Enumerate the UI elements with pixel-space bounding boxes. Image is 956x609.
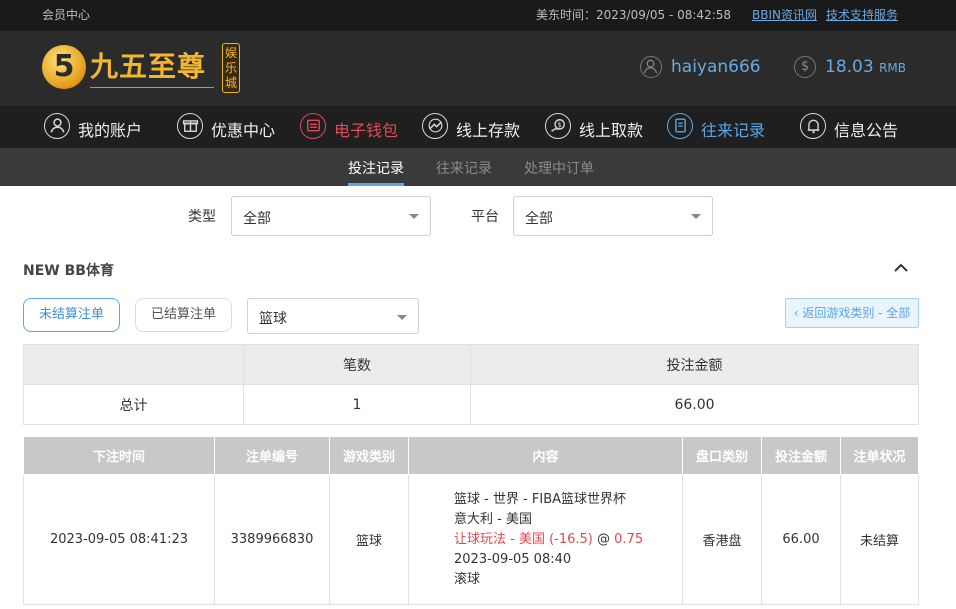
chevron-down-icon xyxy=(397,315,407,320)
bet-time: 2023-09-05 08:41:23 xyxy=(23,474,215,605)
logo-underline xyxy=(90,87,214,88)
main-nav: 我的账户 优惠中心 电子钱包 线上存款 $ 线上取款 往来记录 信息公告 xyxy=(0,106,956,148)
platform-label: 平台 xyxy=(471,209,499,225)
member-center-label: 会员中心 xyxy=(42,8,91,22)
bet-content: 篮球 - 世界 - FIBA篮球世界杯 意大利 - 美国 让球玩法 - 美国 (… xyxy=(408,474,683,605)
dollar-icon: $ xyxy=(794,56,816,78)
gift-icon xyxy=(177,113,203,139)
column-header: 盘口类别 xyxy=(682,436,762,475)
type-select[interactable]: 全部 xyxy=(231,196,431,236)
nav-label: 线上存款 xyxy=(456,121,521,140)
column-header: 内容 xyxy=(408,436,683,475)
chevron-down-icon xyxy=(691,214,701,219)
bet-event-date: 2023-09-05 08:40 xyxy=(454,551,572,567)
username: haiyan666 xyxy=(671,57,761,77)
nav-label: 我的账户 xyxy=(78,121,143,140)
column-header: 投注金额 xyxy=(761,436,841,475)
back-to-game-category-button[interactable]: ‹ 返回游戏类别 - 全部 xyxy=(785,298,919,328)
summary-header: 投注金额 xyxy=(470,344,919,385)
site-header: 5 九五至尊 娱乐城 haiyan666 $ 18.03 RMB xyxy=(0,31,956,106)
sport-select-value: 篮球 xyxy=(259,311,287,327)
nav-label: 信息公告 xyxy=(834,121,899,140)
site-logo[interactable]: 5 九五至尊 娱乐城 xyxy=(42,43,242,95)
unsettled-bets-button[interactable]: 未结算注单 xyxy=(23,298,120,332)
deposit-icon xyxy=(422,113,448,139)
tab-pending-orders[interactable]: 处理中订单 xyxy=(524,158,594,178)
withdraw-icon: $ xyxy=(545,113,571,139)
table-row: 2023-09-05 08:41:23 3389966830 篮球 篮球 - 世… xyxy=(23,474,919,605)
wallet-icon xyxy=(300,113,326,139)
sub-tabs: 投注记录 往来记录 处理中订单 xyxy=(0,148,956,186)
nav-label: 往来记录 xyxy=(701,121,766,140)
type-label: 类型 xyxy=(188,209,216,225)
bell-icon xyxy=(800,113,826,139)
nav-label: 优惠中心 xyxy=(211,121,276,140)
records-icon xyxy=(667,113,693,139)
bet-selection: 让球玩法 - 美国 (-16.5) @ 0.75 xyxy=(454,530,682,550)
bet-handicap: 让球玩法 - 美国 (-16.5) xyxy=(454,531,593,547)
chevron-down-icon xyxy=(409,214,419,219)
column-header: 下注时间 xyxy=(23,436,215,475)
bet-details-table: 下注时间 注单编号 游戏类别 内容 盘口类别 投注金额 注单状况 2023-09… xyxy=(23,436,919,605)
nav-label: 线上取款 xyxy=(579,121,644,140)
column-header: 注单状况 xyxy=(840,436,919,475)
market-type: 香港盘 xyxy=(682,474,762,605)
top-bar: 会员中心 美东时间：2023/09/05 - 08:42:58 BBIN资讯网 … xyxy=(0,0,956,31)
bet-at: @ xyxy=(592,531,615,547)
bet-id: 3389966830 xyxy=(214,474,330,605)
summary-header: 笔数 xyxy=(243,344,471,385)
svg-text:$: $ xyxy=(557,121,561,129)
summary-header xyxy=(23,344,244,385)
balance-amount: 18.03 xyxy=(825,57,874,77)
summary-table: 笔数 投注金额 总计 1 66.00 xyxy=(23,344,919,425)
column-header: 注单编号 xyxy=(214,436,330,475)
chevron-up-icon[interactable] xyxy=(894,261,908,275)
tab-bet-records[interactable]: 投注记录 xyxy=(348,158,404,186)
bet-matchup: 意大利 - 美国 xyxy=(454,511,532,527)
user-icon xyxy=(44,113,70,139)
logo-text: 九五至尊 xyxy=(90,50,207,83)
logo-badge: 娱乐城 xyxy=(222,43,240,93)
bet-event: 篮球 - 世界 - FIBA篮球世界杯 xyxy=(454,491,627,507)
summary-total-label: 总计 xyxy=(23,384,244,425)
bet-odds: 0.75 xyxy=(614,531,644,547)
balance-currency: RMB xyxy=(879,61,907,75)
settled-bets-button[interactable]: 已结算注单 xyxy=(135,298,232,332)
bet-mode: 滚球 xyxy=(454,571,481,587)
sport-select[interactable]: 篮球 xyxy=(247,298,419,334)
platform-select-value: 全部 xyxy=(525,211,553,227)
summary-row: 总计 1 66.00 xyxy=(23,384,919,425)
bet-status: 未结算 xyxy=(840,474,919,605)
logo-mark: 5 xyxy=(42,45,86,89)
section-title: NEW BB体育 xyxy=(23,263,114,279)
eastern-time: 美东时间：2023/09/05 - 08:42:58 xyxy=(536,8,732,22)
user-avatar-icon xyxy=(640,56,662,78)
tech-support-link[interactable]: 技术支持服务 xyxy=(826,6,898,23)
bbin-news-link[interactable]: BBIN资讯网 xyxy=(752,6,817,23)
tab-transactions[interactable]: 往来记录 xyxy=(436,158,492,178)
summary-count: 1 xyxy=(243,384,471,425)
platform-select[interactable]: 全部 xyxy=(513,196,713,236)
bet-amount: 66.00 xyxy=(761,474,841,605)
nav-label: 电子钱包 xyxy=(334,121,399,140)
game-category: 篮球 xyxy=(329,474,409,605)
column-header: 游戏类别 xyxy=(329,436,409,475)
summary-amount: 66.00 xyxy=(470,384,919,425)
type-select-value: 全部 xyxy=(243,211,271,227)
